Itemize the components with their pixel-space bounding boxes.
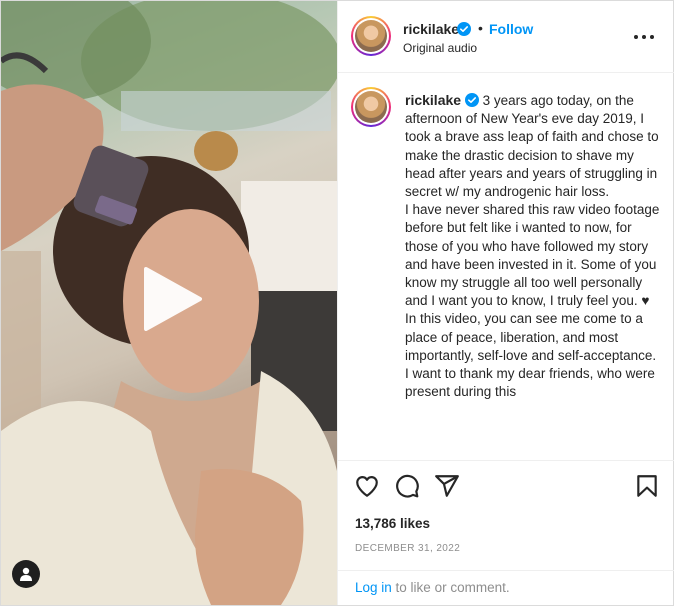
login-suffix: to like or comment. xyxy=(391,580,510,595)
tagged-users-button[interactable] xyxy=(12,560,40,588)
user-icon xyxy=(20,567,32,581)
bookmark-icon[interactable] xyxy=(634,473,660,499)
login-prompt: Log in to like or comment. xyxy=(338,570,674,606)
post-details-panel: rickilake • Follow Original audio rickil… xyxy=(337,1,674,605)
separator-dot: • xyxy=(478,20,483,36)
login-link[interactable]: Log in xyxy=(355,580,392,595)
share-icon[interactable] xyxy=(434,473,460,499)
instagram-post: rickilake • Follow Original audio rickil… xyxy=(0,0,674,606)
likes-count[interactable]: 13,786 likes xyxy=(355,516,430,531)
heart-icon[interactable] xyxy=(354,473,380,499)
caption-section: rickilake 3 years ago today, on the afte… xyxy=(338,74,674,460)
follow-button[interactable]: Follow xyxy=(489,21,533,37)
audio-label[interactable]: Original audio xyxy=(403,41,477,55)
comment-icon[interactable] xyxy=(394,473,420,499)
post-actions: 13,786 likes DECEMBER 31, 2022 Log in to… xyxy=(338,460,674,605)
author-username[interactable]: rickilake xyxy=(403,21,459,37)
caption-body: 3 years ago today, on the afternoon of N… xyxy=(405,93,660,400)
post-date[interactable]: DECEMBER 31, 2022 xyxy=(355,543,460,554)
post-header: rickilake • Follow Original audio xyxy=(338,1,674,73)
avatar[interactable] xyxy=(351,16,391,56)
caption-text-block: rickilake 3 years ago today, on the afte… xyxy=(405,91,661,401)
more-options-icon[interactable] xyxy=(632,27,656,47)
verified-badge-icon xyxy=(457,22,471,36)
play-icon[interactable] xyxy=(140,267,204,331)
caption-username[interactable]: rickilake xyxy=(405,92,461,108)
login-prompt-text: Log in to like or comment. xyxy=(355,580,510,595)
caption-avatar[interactable] xyxy=(351,87,391,127)
video-player[interactable] xyxy=(1,1,337,605)
verified-badge-icon xyxy=(464,93,479,107)
